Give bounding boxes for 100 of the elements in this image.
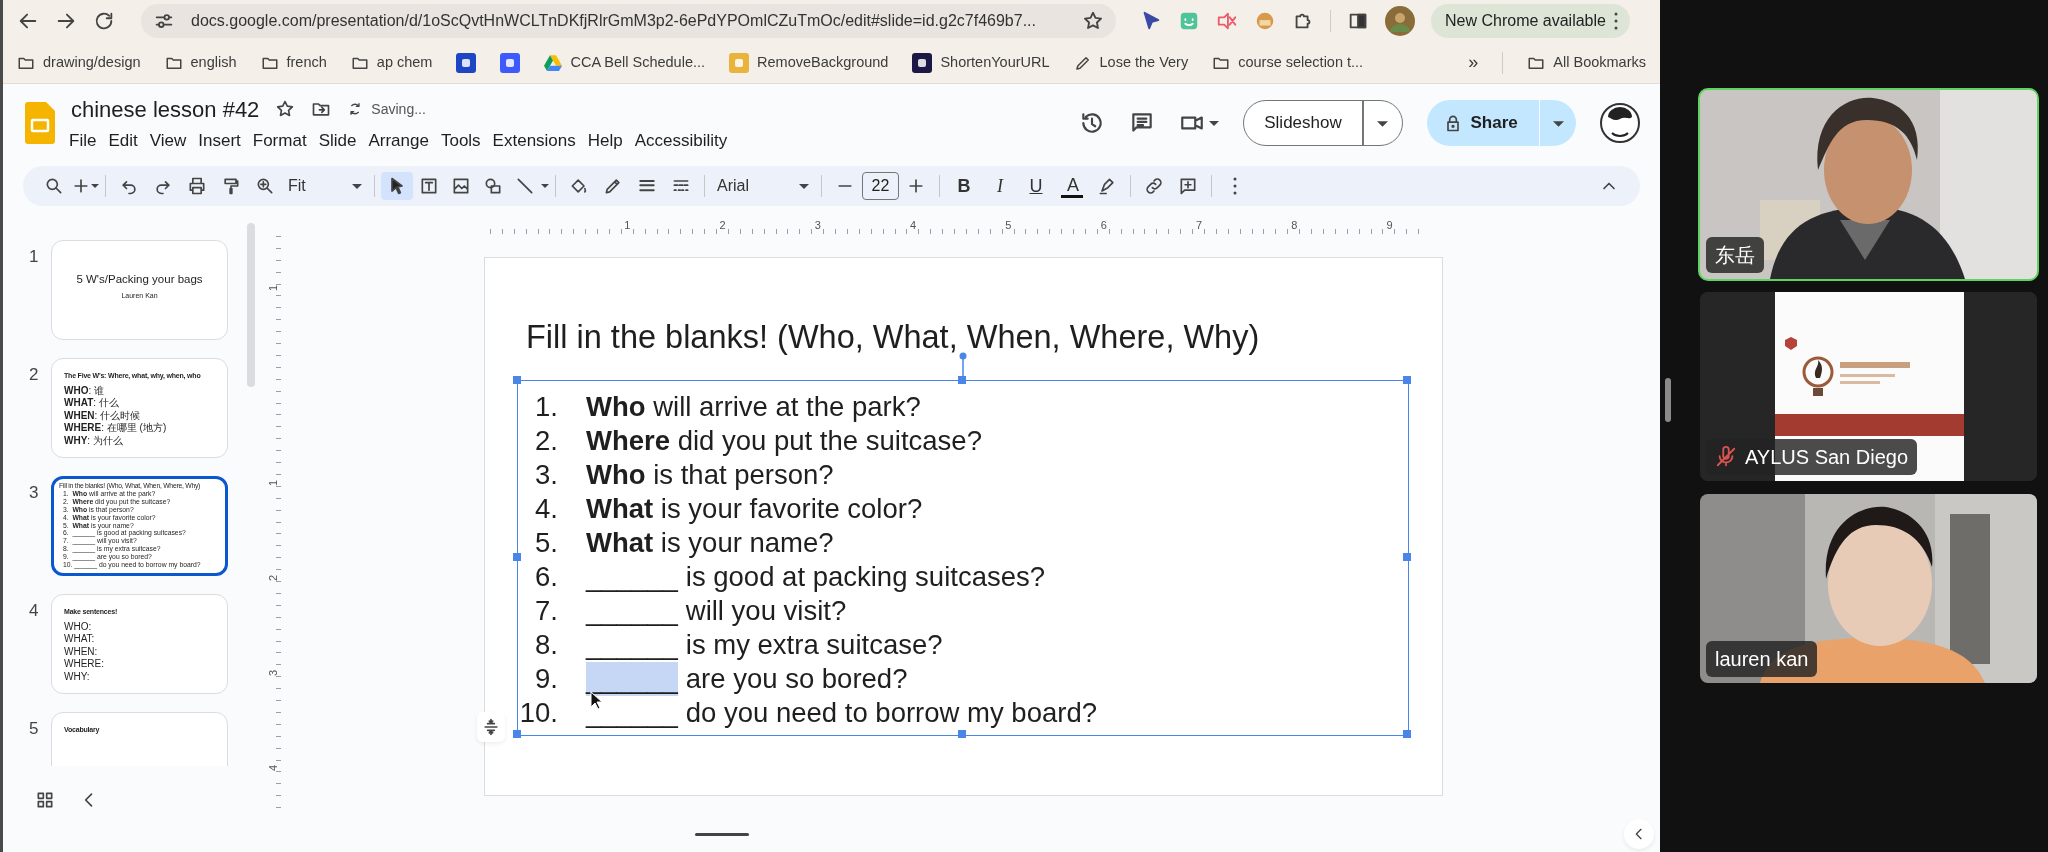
resize-handle[interactable] <box>958 376 966 385</box>
ruler-label: 7 <box>1195 219 1203 231</box>
answer-blank[interactable]: ______ <box>586 696 678 731</box>
slide-title[interactable]: Fill in the blanks! (Who, What, When, Where, Why) <box>485 258 1442 357</box>
drive-icon <box>544 54 563 71</box>
format-button[interactable]: B <box>946 176 982 196</box>
bookmark[interactable]: french <box>260 51 327 74</box>
scrollbar[interactable] <box>247 223 255 387</box>
bookmark[interactable]: english <box>164 51 237 74</box>
video-tile[interactable]: lauren kan <box>1700 494 2037 683</box>
thumbnail-line: WHO: 谁 <box>64 384 105 397</box>
address-bar[interactable]: docs.google.com/presentation/d/1oScQvtHnWCLTnDKfjRlrGmM3p2-6ePdYPOmlCZuTmOc/edit#slide=id.g2c7f469b7... <box>141 4 1116 38</box>
resize-handle[interactable] <box>695 832 749 836</box>
line-icon <box>515 176 535 196</box>
ruler-label: 1 <box>266 479 280 489</box>
avatar[interactable] <box>1600 103 1640 143</box>
bookmark[interactable]: course selection t... <box>1212 51 1364 74</box>
line-spacing-button[interactable] <box>477 712 505 743</box>
slide-number: 4 <box>28 600 40 622</box>
document-title[interactable]: chinese lesson #42 <box>71 92 260 126</box>
zoom-icon[interactable] <box>255 176 275 196</box>
bookmark-icon[interactable] <box>500 52 521 73</box>
caret-icon[interactable] <box>91 184 99 188</box>
question-text: is good at packing suitcases? <box>685 560 1045 595</box>
horizontal-ruler[interactable]: 1 2 3 4 5 6 7 8 9 <box>490 220 1420 235</box>
highlight-icon[interactable] <box>1097 176 1117 196</box>
resize-handle[interactable] <box>513 376 521 385</box>
answer-blank[interactable]: ______ <box>586 628 678 663</box>
menu-item[interactable]: View <box>147 127 189 154</box>
resize-handle[interactable] <box>513 730 521 739</box>
thumbnail-line: WHAT: <box>64 633 96 646</box>
bookmark[interactable]: ap chem <box>350 51 433 74</box>
slide-canvas[interactable] <box>484 257 1443 797</box>
video-tile[interactable]: AYLUS San Diego <box>1700 292 2037 481</box>
caret-icon[interactable] <box>541 184 549 188</box>
shapes-icon <box>483 176 503 196</box>
resize-handle[interactable] <box>1403 730 1411 739</box>
menu-item[interactable]: Slide <box>316 127 359 154</box>
ruler-label: 2 <box>719 219 726 231</box>
format-button[interactable]: U <box>1018 176 1054 196</box>
menu-item[interactable]: Help <box>585 127 625 154</box>
resize-handle[interactable] <box>513 553 521 562</box>
question-text: will you visit? <box>685 594 847 629</box>
question-text: do you need to borrow my board? <box>685 696 1097 731</box>
answer-blank[interactable]: ______ <box>586 662 678 697</box>
font-size-field[interactable]: 22 <box>862 172 899 200</box>
font-select[interactable]: Arial <box>711 172 815 200</box>
ruler-label: 1 <box>624 219 631 231</box>
slide-thumbnail[interactable] <box>51 476 228 576</box>
zoom-select[interactable]: Fit <box>282 172 368 200</box>
tool-button[interactable] <box>381 172 413 200</box>
reload-icon[interactable] <box>93 10 115 32</box>
star-icon[interactable] <box>1082 10 1104 32</box>
menu-item[interactable]: Accessibility <box>632 127 730 154</box>
history-icon[interactable] <box>1079 110 1105 136</box>
link-icon[interactable] <box>1144 176 1164 196</box>
search-icon[interactable] <box>44 176 64 196</box>
thumbnail-title: 5 W's/Packing your bags <box>76 272 203 287</box>
side-panel-toggle[interactable] <box>1624 819 1654 850</box>
add-comment-icon[interactable] <box>1178 176 1198 196</box>
menu-item[interactable]: Arrange <box>366 127 431 154</box>
more-icon[interactable] <box>1233 176 1237 196</box>
ruler-label: 5 <box>1005 219 1012 231</box>
more-bookmarks-button[interactable]: » <box>1468 49 1479 76</box>
paint-format-icon[interactable] <box>221 176 241 196</box>
video-tile[interactable]: 东岳 <box>1700 90 2037 279</box>
menu-item[interactable]: File <box>67 127 99 154</box>
bookmark[interactable]: ShortenYourURL <box>912 51 1050 74</box>
print-icon[interactable] <box>187 176 207 196</box>
bookmark[interactable]: RemoveBackground <box>729 51 889 74</box>
format-button[interactable]: I <box>982 176 1018 196</box>
divider-handle[interactable] <box>1665 378 1671 422</box>
menu-item[interactable]: Extensions <box>490 127 578 154</box>
bookmark[interactable]: All Bookmarks <box>1527 51 1646 74</box>
extension-icon[interactable] <box>1216 10 1238 32</box>
bookmark[interactable]: drawing/design <box>17 51 141 74</box>
menu-item[interactable]: Format <box>250 127 309 154</box>
answer-blank[interactable]: ______ <box>586 594 678 629</box>
bookmark[interactable]: Lose the Very <box>1073 51 1189 74</box>
caret-icon <box>799 183 809 189</box>
menu-item[interactable]: Edit <box>106 127 140 154</box>
grid-view-icon[interactable] <box>35 790 55 810</box>
update-button[interactable]: New Chrome available <box>1431 4 1630 38</box>
resize-handle[interactable] <box>1403 376 1411 385</box>
bookmark-icon[interactable] <box>456 52 477 73</box>
pen-icon[interactable] <box>603 176 623 196</box>
answer-blank[interactable]: ______ <box>586 560 678 595</box>
caret-icon <box>1209 120 1219 126</box>
list-number: 2. <box>535 425 558 457</box>
bookmark[interactable]: CCA Bell Schedule... <box>544 51 706 74</box>
list-number: 10. <box>519 697 558 729</box>
thumbnail-line: WHERE: 在哪里 (地方) <box>64 422 168 435</box>
menu-item[interactable]: Tools <box>438 127 483 154</box>
menu-item[interactable]: Insert <box>196 127 243 154</box>
format-button[interactable]: A <box>1061 174 1083 198</box>
fill-color-icon[interactable] <box>569 176 589 196</box>
caret-icon <box>352 183 362 189</box>
thumbnail-line: WHEN: <box>64 645 99 658</box>
resize-handle[interactable] <box>958 730 966 739</box>
resize-handle[interactable] <box>1403 553 1411 562</box>
